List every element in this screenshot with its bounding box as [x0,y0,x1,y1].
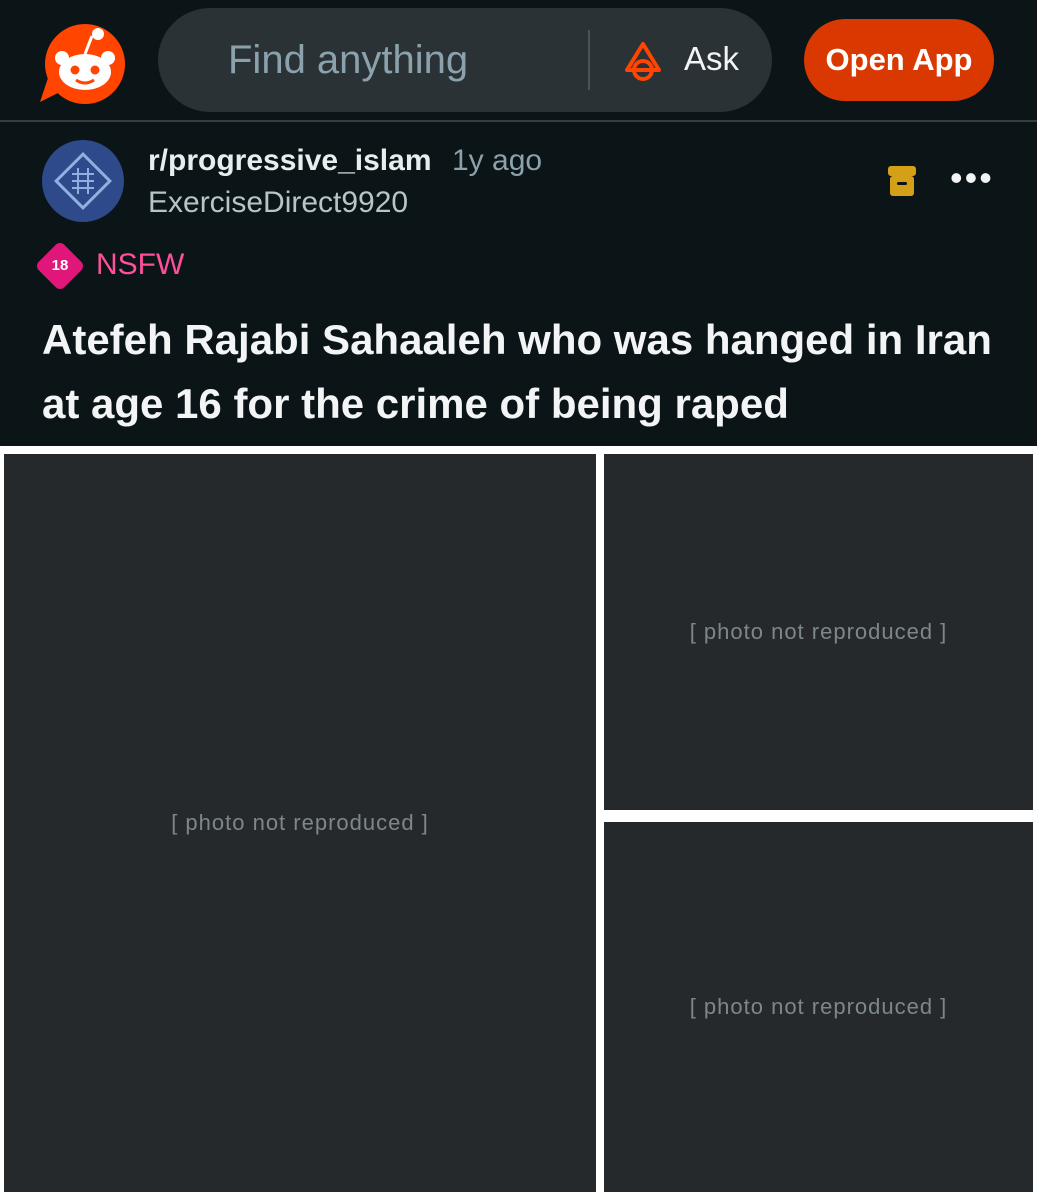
post-header: r/progressive_islam 1y ago ExerciseDirec… [0,124,1037,444]
photo-placeholder-note: [ photo not reproduced ] [171,810,429,835]
search-input[interactable]: Find anything [228,38,468,83]
top-bar: Find anything Ask Open App [0,0,1037,122]
nsfw-age: 18 [51,257,69,274]
more-icon[interactable]: ••• [950,160,994,196]
search-divider [588,30,590,90]
ask-icon[interactable] [621,40,665,84]
photo-panel-bottom-right[interactable]: [ photo not reproduced ] [604,822,1033,1192]
subreddit-link[interactable]: r/progressive_islam [148,144,432,178]
ask-button[interactable]: Ask [684,40,739,78]
photo-panel-main[interactable]: [ photo not reproduced ] [4,454,596,1192]
post-media-collage[interactable]: [ photo not reproduced ] [ photo not rep… [0,446,1037,1200]
photo-placeholder-note: [ photo not reproduced ] [689,619,948,644]
author-link[interactable]: ExerciseDirect9920 [148,186,408,220]
search-bar[interactable]: Find anything Ask [158,8,772,112]
reddit-logo-icon[interactable] [36,22,134,104]
post-title[interactable]: Atefeh Rajabi Sahaaleh who was hanged in… [42,308,1002,436]
archive-icon[interactable] [886,164,918,198]
nsfw-label: NSFW [96,248,185,281]
subreddit-avatar[interactable] [42,140,124,222]
photo-placeholder-note: [ photo not reproduced ] [689,994,948,1019]
photo-panel-top-right[interactable]: [ photo not reproduced ] [604,454,1033,810]
calligraphy-icon [54,152,112,210]
post-time: 1y ago [452,144,543,177]
open-app-button[interactable]: Open App [804,19,994,101]
